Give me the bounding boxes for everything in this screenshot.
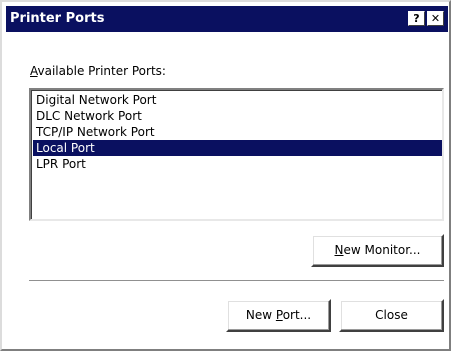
new-port-text: ort...	[282, 308, 312, 322]
list-item-lpr-port[interactable]: LPR Port	[33, 156, 442, 172]
dialog-title: Printer Ports	[10, 11, 105, 26]
new-monitor-text: ew Monitor...	[343, 243, 421, 257]
separator	[29, 280, 444, 282]
available-ports-label-accel: A	[30, 64, 38, 78]
list-item-local-port[interactable]: Local Port	[33, 140, 442, 156]
ports-listbox[interactable]: Digital Network Port DLC Network Port TC…	[29, 88, 444, 221]
new-monitor-accel: N	[334, 243, 344, 257]
help-icon[interactable]: ?	[408, 11, 425, 26]
available-ports-label: Available Printer Ports:	[30, 64, 166, 78]
list-item-dlc-network-port[interactable]: DLC Network Port	[33, 108, 442, 124]
printer-ports-dialog: Printer Ports ? ✕ Available Printer Port…	[0, 0, 451, 351]
list-item-digital-network-port[interactable]: Digital Network Port	[33, 92, 442, 108]
new-port-accel: P	[275, 308, 283, 322]
available-ports-label-text: vailable Printer Ports:	[37, 64, 166, 78]
new-port-button[interactable]: New Port...	[226, 299, 331, 332]
close-icon[interactable]: ✕	[427, 11, 444, 26]
close-button[interactable]: Close	[339, 299, 444, 332]
title-bar[interactable]: Printer Ports ? ✕	[6, 6, 448, 32]
new-monitor-button[interactable]: New Monitor...	[311, 234, 444, 267]
new-port-text-pre: New	[245, 308, 276, 322]
list-item-tcpip-network-port[interactable]: TCP/IP Network Port	[33, 124, 442, 140]
